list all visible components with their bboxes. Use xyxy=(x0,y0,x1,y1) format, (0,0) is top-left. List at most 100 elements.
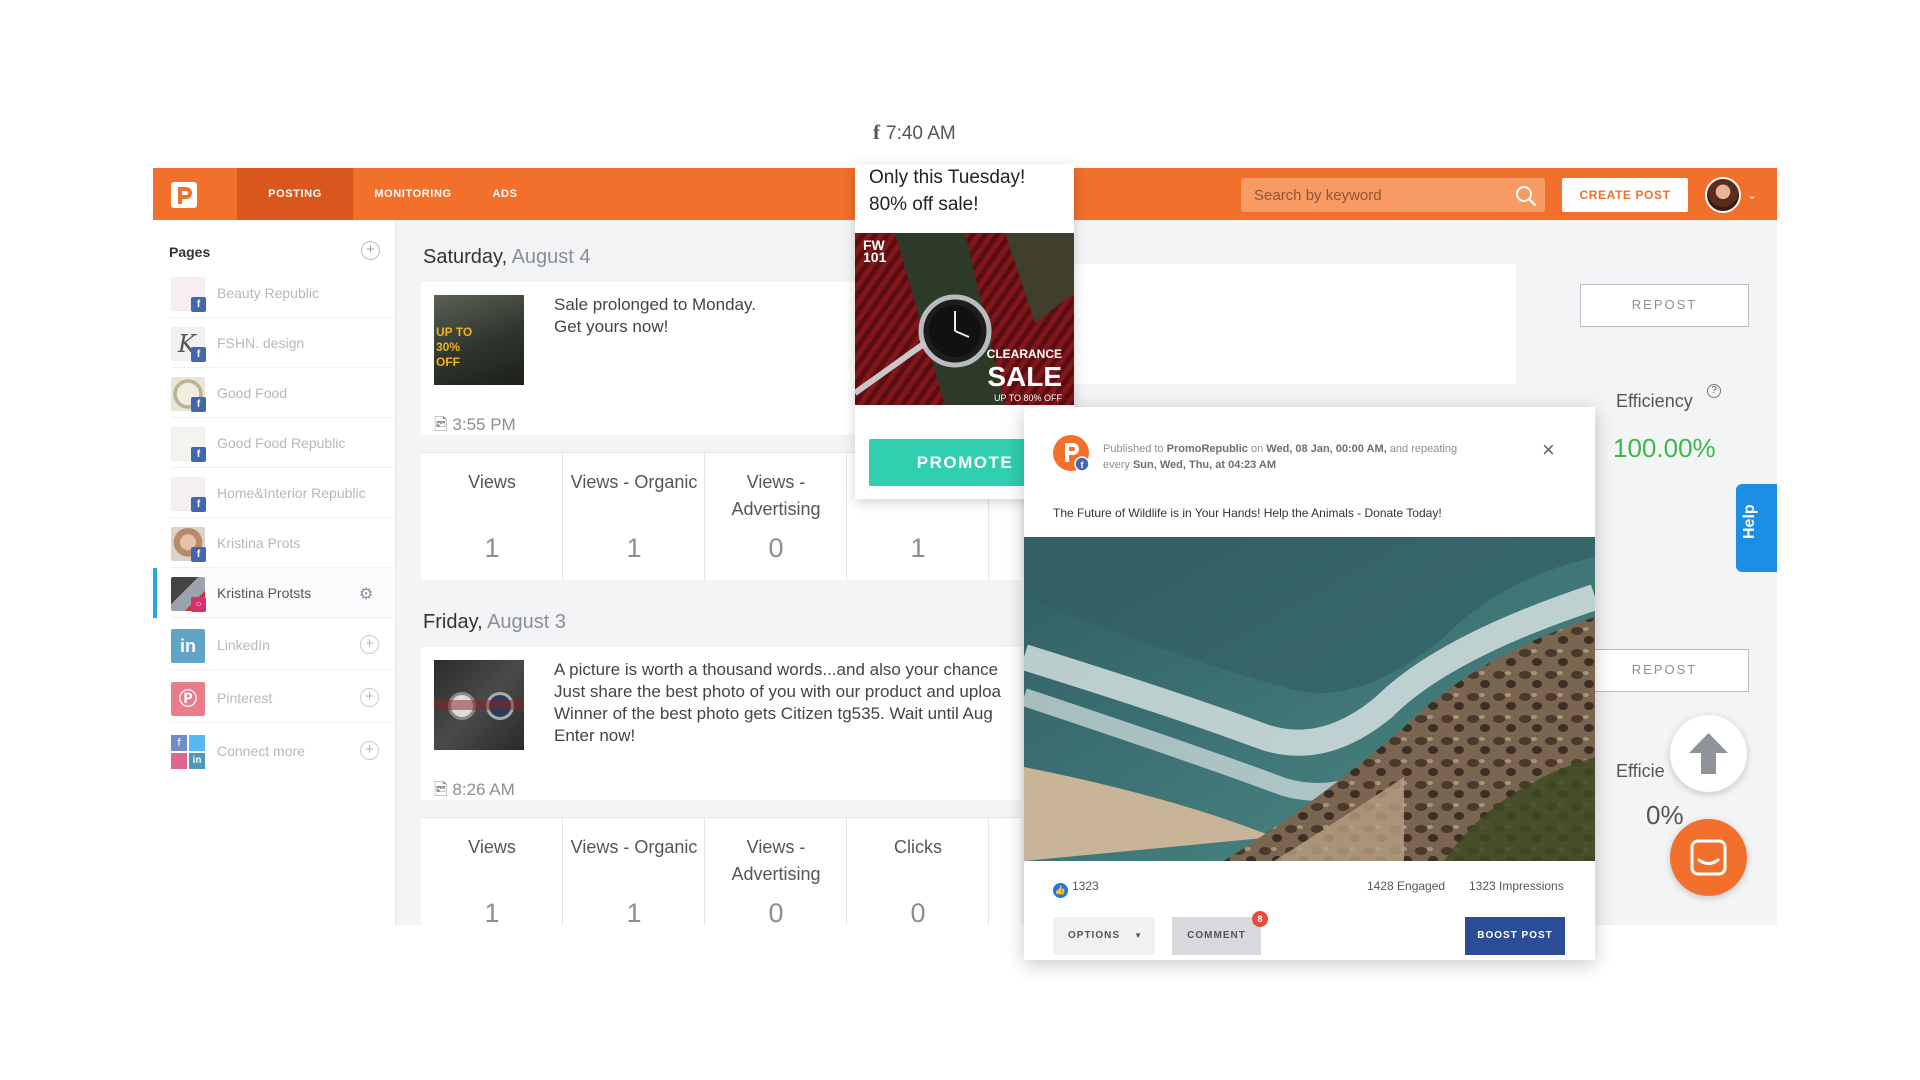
caret-down-icon: ▼ xyxy=(1134,931,1143,940)
efficiency-label: Efficie xyxy=(1616,761,1665,781)
sidebar-item-home-interior-republic[interactable]: f Home&Interior Republic xyxy=(171,468,393,518)
sidebar-item-label: Beauty Republic xyxy=(217,285,319,301)
stat-value: 0 xyxy=(768,898,784,925)
post-text: A picture is worth a thousand words...an… xyxy=(554,660,1002,745)
sidebar-item-label: Home&Interior Republic xyxy=(217,485,366,501)
sidebar-item-label: Pinterest xyxy=(217,690,273,706)
user-avatar[interactable] xyxy=(1705,177,1741,213)
image-headline-sale: SALE xyxy=(987,361,1062,392)
stat-label: Views - Organic xyxy=(570,837,698,857)
thumbnail-caption: UP TO 30% OFF xyxy=(436,325,473,369)
stat-views-organic: Views - Organic 1 xyxy=(563,818,705,925)
comment-button[interactable]: COMMENT 8 xyxy=(1172,911,1268,955)
post-preview-modal: f Published to PromoRepublic on Wed, 08 … xyxy=(1024,407,1595,960)
post-time: 🖻 3:55 PM xyxy=(434,412,516,441)
sidebar-item-label: Good Food Republic xyxy=(217,435,346,451)
stat-label: Views - Advertising xyxy=(731,472,821,519)
stat-label: Clicks xyxy=(894,837,942,857)
tab-ads[interactable]: ADS xyxy=(469,168,541,220)
sidebar-item-beauty-republic[interactable]: f Beauty Republic xyxy=(171,268,393,318)
sidebar-item-pinterest[interactable]: Ⓟ Pinterest + xyxy=(171,673,393,723)
tab-monitoring[interactable]: MONITORING xyxy=(357,168,469,220)
image-headline: CLEARANCE xyxy=(986,347,1062,361)
stat-value: 1 xyxy=(626,533,642,563)
sidebar-item-good-food[interactable]: f Good Food xyxy=(171,368,393,418)
facebook-icon: f xyxy=(191,347,206,362)
sidebar-item-good-food-republic[interactable]: f Good Food Republic xyxy=(171,418,393,468)
help-circle-icon[interactable]: ? xyxy=(1707,384,1721,398)
chevron-down-icon[interactable]: ⌄ xyxy=(1747,188,1757,202)
stat-label: Views xyxy=(468,837,516,857)
post-image[interactable] xyxy=(1024,537,1595,861)
sidebar-item-label: LinkedIn xyxy=(217,637,270,653)
gear-icon[interactable]: ⚙ xyxy=(359,584,373,604)
stat-views-organic: Views - Organic 1 xyxy=(563,453,705,581)
comment-label: COMMENT xyxy=(1187,930,1246,941)
beach-photo xyxy=(1024,537,1595,861)
add-page-icon[interactable]: + xyxy=(361,241,380,260)
social-networks-icon: f in xyxy=(171,735,205,769)
thumbs-up-icon: 👍 xyxy=(1053,883,1068,898)
post-time-value: 3:55 PM xyxy=(452,415,516,434)
page-avatar: f xyxy=(1053,435,1090,472)
pages-sidebar: Pages + f Beauty Republic K f FSHN. desi… xyxy=(153,220,396,925)
search-icon[interactable] xyxy=(1515,185,1537,207)
promorepublic-logo: f xyxy=(1065,443,1090,472)
pinterest-icon: Ⓟ xyxy=(171,682,205,716)
sidebar-item-fshn-design[interactable]: K f FSHN. design xyxy=(171,318,393,368)
sidebar-item-connect-more[interactable]: f in Connect more + xyxy=(171,726,393,776)
post-time-value: 8:26 AM xyxy=(452,780,515,799)
facebook-icon: f xyxy=(191,297,206,312)
likes-value: 1323 xyxy=(1072,879,1099,893)
day-weekday: Saturday, xyxy=(423,246,508,268)
pages-title: Pages xyxy=(169,244,211,260)
stat-views: Views 1 xyxy=(421,453,563,581)
sidebar-item-label: Kristina Prots xyxy=(217,535,301,551)
search-input[interactable] xyxy=(1241,178,1511,212)
sidebar-item-kristina-prots[interactable]: f Kristina Prots xyxy=(171,518,393,568)
post-card[interactable]: A picture is worth a thousand words...an… xyxy=(421,647,1021,800)
linkedin-icon: in xyxy=(171,629,205,663)
promote-image[interactable]: FW 101 CLEARANCE SALE UP TO 80% OFF xyxy=(855,233,1074,405)
scroll-to-top-button[interactable] xyxy=(1670,715,1747,792)
post-thumbnail[interactable]: UP TO 30% OFF xyxy=(434,295,524,385)
promorepublic-logo[interactable] xyxy=(169,180,199,210)
post-thumbnail[interactable] xyxy=(434,660,524,750)
create-post-button[interactable]: CREATE POST xyxy=(1562,178,1688,212)
impressions-count: 1323 Impressions xyxy=(1469,879,1564,893)
help-tab[interactable]: Help xyxy=(1736,484,1777,572)
add-page-icon[interactable]: + xyxy=(360,635,379,654)
stat-value: 0 xyxy=(768,533,784,563)
post-stats: Views 1 Views - Organic 1 Views - Advert… xyxy=(421,817,1021,925)
day-weekday: Friday, xyxy=(423,611,483,633)
options-dropdown[interactable]: OPTIONS ▼ xyxy=(1053,917,1155,955)
post-caption: The Future of Wildlife is in Your Hands!… xyxy=(1053,506,1442,520)
close-icon[interactable]: × xyxy=(1542,437,1555,463)
facebook-icon: f xyxy=(191,547,206,562)
stat-value: 1 xyxy=(626,898,642,925)
chat-button[interactable] xyxy=(1670,819,1747,896)
promote-text: Only this Tuesday! 80% off sale! xyxy=(869,167,1026,215)
image-icon: 🖻 xyxy=(434,780,448,799)
facebook-icon: f xyxy=(873,120,880,144)
publish-info: Published to PromoRepublic on Wed, 08 Ja… xyxy=(1103,443,1458,471)
repost-button[interactable]: REPOST xyxy=(1580,284,1749,327)
brand-logo-text: FW 101 xyxy=(863,237,887,265)
help-label: Help xyxy=(1741,504,1758,539)
promote-time-value: 7:40 AM xyxy=(886,123,956,144)
tab-posting[interactable]: POSTING xyxy=(237,168,353,220)
sidebar-item-kristina-protsts[interactable]: ○ Kristina Protsts ⚙ xyxy=(153,568,393,618)
boost-post-button[interactable]: BOOST POST xyxy=(1465,917,1565,955)
sidebar-item-linkedin[interactable]: in LinkedIn + xyxy=(171,620,393,670)
add-page-icon[interactable]: + xyxy=(360,688,379,707)
repost-button[interactable]: REPOST xyxy=(1580,649,1749,692)
stat-views-advertising: Views - Advertising 0 xyxy=(705,818,847,925)
efficiency-label: Efficiency xyxy=(1616,391,1693,411)
add-page-icon[interactable]: + xyxy=(360,741,379,760)
comment-count-badge: 8 xyxy=(1252,911,1268,927)
engaged-count: 1428 Engaged xyxy=(1367,879,1446,893)
arrow-up-icon xyxy=(1689,733,1728,774)
promote-post-time: f 7:40 AM xyxy=(873,120,956,145)
image-icon: 🖻 xyxy=(434,415,448,434)
sidebar-item-label: Connect more xyxy=(217,743,305,759)
